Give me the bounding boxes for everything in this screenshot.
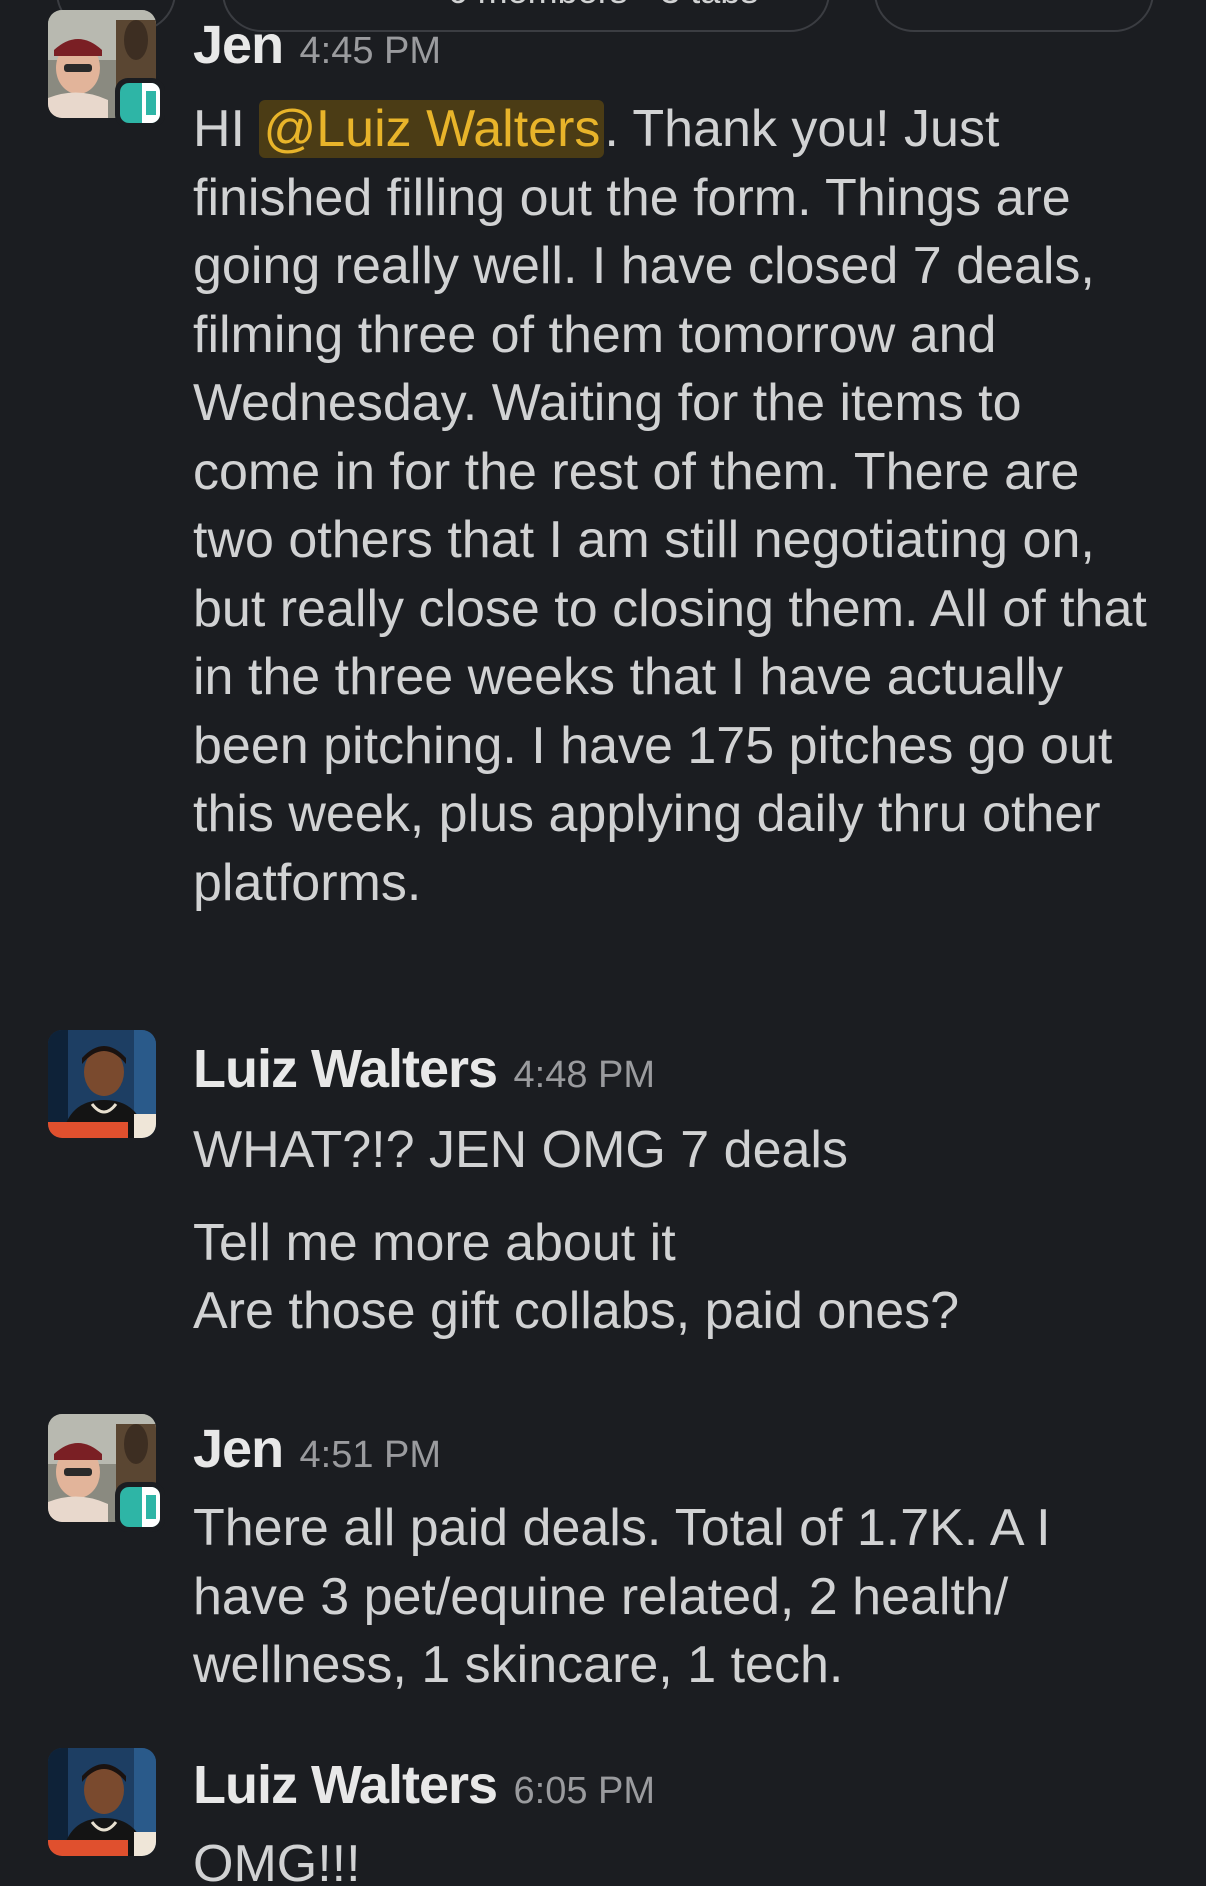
avatar[interactable] bbox=[48, 1748, 156, 1856]
app-status-icon bbox=[120, 1487, 160, 1527]
timestamp[interactable]: 4:45 PM bbox=[300, 30, 442, 72]
message-text: WHAT?!? JEN OMG 7 deals Tell me more abo… bbox=[193, 1121, 960, 1340]
timestamp[interactable]: 6:05 PM bbox=[514, 1770, 656, 1812]
chat-screen: 6 members • 3 tabs Jen 4:45 PM HI @Luiz … bbox=[0, 0, 1206, 1886]
channel-meta: 6 members • 3 tabs bbox=[0, 0, 1206, 12]
user-mention[interactable]: @Luiz Walters bbox=[259, 100, 605, 158]
message-text: There all paid deals. Total of 1.7K. A I… bbox=[193, 1499, 1051, 1694]
message-text: OMG!!! bbox=[193, 1835, 361, 1886]
avatar[interactable] bbox=[48, 1030, 156, 1138]
author-name[interactable]: Luiz Walters bbox=[193, 1755, 498, 1815]
timestamp[interactable]: 4:48 PM bbox=[514, 1054, 656, 1096]
status-badge bbox=[115, 1482, 165, 1532]
luiz-avatar-icon bbox=[48, 1748, 156, 1856]
timestamp[interactable]: 4:51 PM bbox=[300, 1434, 442, 1476]
author-name[interactable]: Luiz Walters bbox=[193, 1039, 498, 1099]
app-status-icon bbox=[120, 83, 160, 123]
luiz-avatar-icon bbox=[48, 1030, 156, 1138]
author-name[interactable]: Jen bbox=[193, 15, 284, 75]
author-name[interactable]: Jen bbox=[193, 1419, 284, 1479]
status-badge bbox=[115, 78, 165, 128]
message-text: HI @Luiz Walters. Thank you! Just finish… bbox=[193, 100, 1147, 912]
